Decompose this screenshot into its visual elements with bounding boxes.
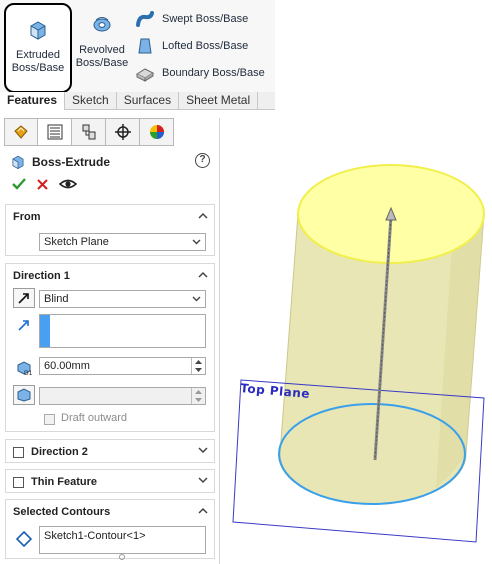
from-select[interactable]: Sketch Plane: [39, 233, 206, 251]
end-condition-select[interactable]: Blind: [39, 290, 206, 308]
spin-down-icon[interactable]: [192, 396, 205, 404]
thin-feature-group: Thin Feature: [5, 469, 215, 493]
tab-sketch[interactable]: Sketch: [65, 92, 117, 110]
preview-eye-icon[interactable]: [59, 177, 77, 191]
tab-dimxpert-manager[interactable]: [106, 118, 140, 146]
chevron-down-icon: [198, 447, 208, 454]
chevron-down-icon: [192, 239, 201, 245]
feature-manager-icon: [14, 125, 28, 139]
direction-vector-listbox[interactable]: [39, 314, 206, 348]
boundary-label: Boundary Boss/Base: [162, 67, 265, 79]
swept-boss-icon: [134, 9, 156, 29]
command-manager-tabs: Features Sketch Surfaces Sheet Metal: [0, 92, 275, 110]
boundary-boss-icon: [134, 63, 156, 83]
panel-resize-grip[interactable]: [119, 554, 125, 560]
from-header[interactable]: From: [6, 205, 214, 229]
display-manager-icon: [149, 125, 164, 139]
extruded-boss-icon: [27, 19, 49, 44]
direction2-group: Direction 2: [5, 439, 215, 463]
tab-configuration-manager[interactable]: [72, 118, 106, 146]
tab-sheet-metal[interactable]: Sheet Metal: [179, 92, 259, 110]
boss-extrude-icon: [12, 155, 24, 170]
model-view: [232, 164, 485, 543]
swept-boss-base-button[interactable]: Swept Boss/Base: [134, 7, 248, 31]
revolved-boss-icon: [91, 14, 113, 39]
lofted-boss-base-button[interactable]: Lofted Boss/Base: [134, 34, 248, 58]
thin-feature-header-label: Thin Feature: [31, 476, 98, 488]
chevron-down-icon: [198, 477, 208, 484]
configuration-manager-icon: [82, 124, 95, 140]
revolved-label-1: Revolved: [79, 44, 125, 56]
end-condition-value: Blind: [44, 293, 69, 305]
from-group: From Sketch Plane: [5, 204, 215, 256]
page-title: Boss-Extrude: [32, 155, 111, 169]
extruded-label-2: Boss/Base: [11, 62, 65, 74]
spin-up-icon[interactable]: [192, 388, 205, 396]
direction2-checkbox[interactable]: [13, 446, 24, 458]
extruded-boss-base-button[interactable]: Extruded Boss/Base: [4, 3, 72, 93]
dimxpert-icon: [114, 124, 131, 140]
draft-outward-checkbox[interactable]: [44, 414, 55, 425]
list-item[interactable]: Sketch1-Contour<1>: [44, 530, 146, 542]
depth-value: 60.00mm: [44, 360, 90, 372]
direction2-header-label: Direction 2: [31, 446, 88, 458]
direction1-header[interactable]: Direction 1: [6, 264, 214, 288]
draft-angle-spinner[interactable]: [191, 388, 205, 404]
contour-selection-icon: [16, 531, 32, 547]
reverse-direction-button[interactable]: [13, 288, 35, 308]
lofted-label: Lofted Boss/Base: [162, 40, 249, 52]
reverse-direction-arrow-icon: [18, 293, 29, 304]
draft-toggle-button[interactable]: [13, 385, 35, 405]
direction1-header-label: Direction 1: [13, 270, 70, 282]
property-manager: Boss-Extrude ? From Sketch Plane Directi…: [0, 118, 220, 564]
ok-check-icon[interactable]: [12, 177, 26, 191]
draft-icon: [17, 388, 31, 402]
direction2-header[interactable]: Direction 2: [6, 440, 214, 464]
thin-feature-header[interactable]: Thin Feature: [6, 470, 214, 494]
draft-angle-input[interactable]: [39, 387, 206, 405]
selected-contours-listbox[interactable]: Sketch1-Contour<1>: [39, 526, 206, 554]
manager-tabs: [4, 118, 174, 146]
pm-header: Boss-Extrude ?: [10, 152, 210, 172]
depth-input[interactable]: 60.00mm: [39, 357, 206, 375]
depth-icon: D1: [17, 361, 33, 377]
selection-focus-bar: [40, 315, 50, 347]
revolved-label-2: Boss/Base: [75, 57, 129, 69]
help-icon[interactable]: ?: [195, 153, 210, 168]
graphics-area[interactable]: Top Plane: [222, 118, 492, 564]
from-select-value: Sketch Plane: [44, 236, 109, 248]
extruded-label-1: Extruded: [15, 49, 61, 61]
property-manager-icon: [47, 124, 62, 140]
depth-spinner[interactable]: [191, 358, 205, 374]
lofted-boss-icon: [134, 36, 156, 56]
chevron-up-icon: [198, 507, 208, 514]
from-header-label: From: [13, 211, 41, 223]
chevron-up-icon: [198, 212, 208, 219]
spin-down-icon[interactable]: [192, 366, 205, 374]
boundary-boss-base-button[interactable]: Boundary Boss/Base: [134, 61, 265, 85]
command-manager: Extruded Boss/Base Revolved Boss/Base Sw…: [0, 0, 275, 93]
selected-contours-header[interactable]: Selected Contours: [6, 500, 214, 524]
svg-text:D1: D1: [24, 370, 33, 377]
chevron-down-icon: [192, 296, 201, 302]
swept-label: Swept Boss/Base: [162, 13, 249, 25]
selected-contours-group: Selected Contours Sketch1-Contour<1>: [5, 499, 215, 559]
tab-display-manager[interactable]: [140, 118, 174, 146]
chevron-up-icon: [198, 271, 208, 278]
direction1-group: Direction 1 Blind D1 60.00mm Draft outwa…: [5, 263, 215, 432]
tab-property-manager[interactable]: [38, 118, 72, 146]
draft-outward-label: Draft outward: [61, 412, 128, 424]
cancel-x-icon[interactable]: [36, 178, 49, 191]
thin-feature-checkbox[interactable]: [13, 476, 24, 488]
pm-actions: [12, 176, 77, 192]
spin-up-icon[interactable]: [192, 358, 205, 366]
tab-feature-manager[interactable]: [4, 118, 38, 146]
tab-surfaces[interactable]: Surfaces: [117, 92, 180, 110]
selected-contours-header-label: Selected Contours: [13, 506, 111, 518]
revolved-boss-base-button[interactable]: Revolved Boss/Base: [74, 0, 130, 92]
direction-vector-icon: [18, 320, 29, 331]
tab-features[interactable]: Features: [0, 92, 66, 110]
